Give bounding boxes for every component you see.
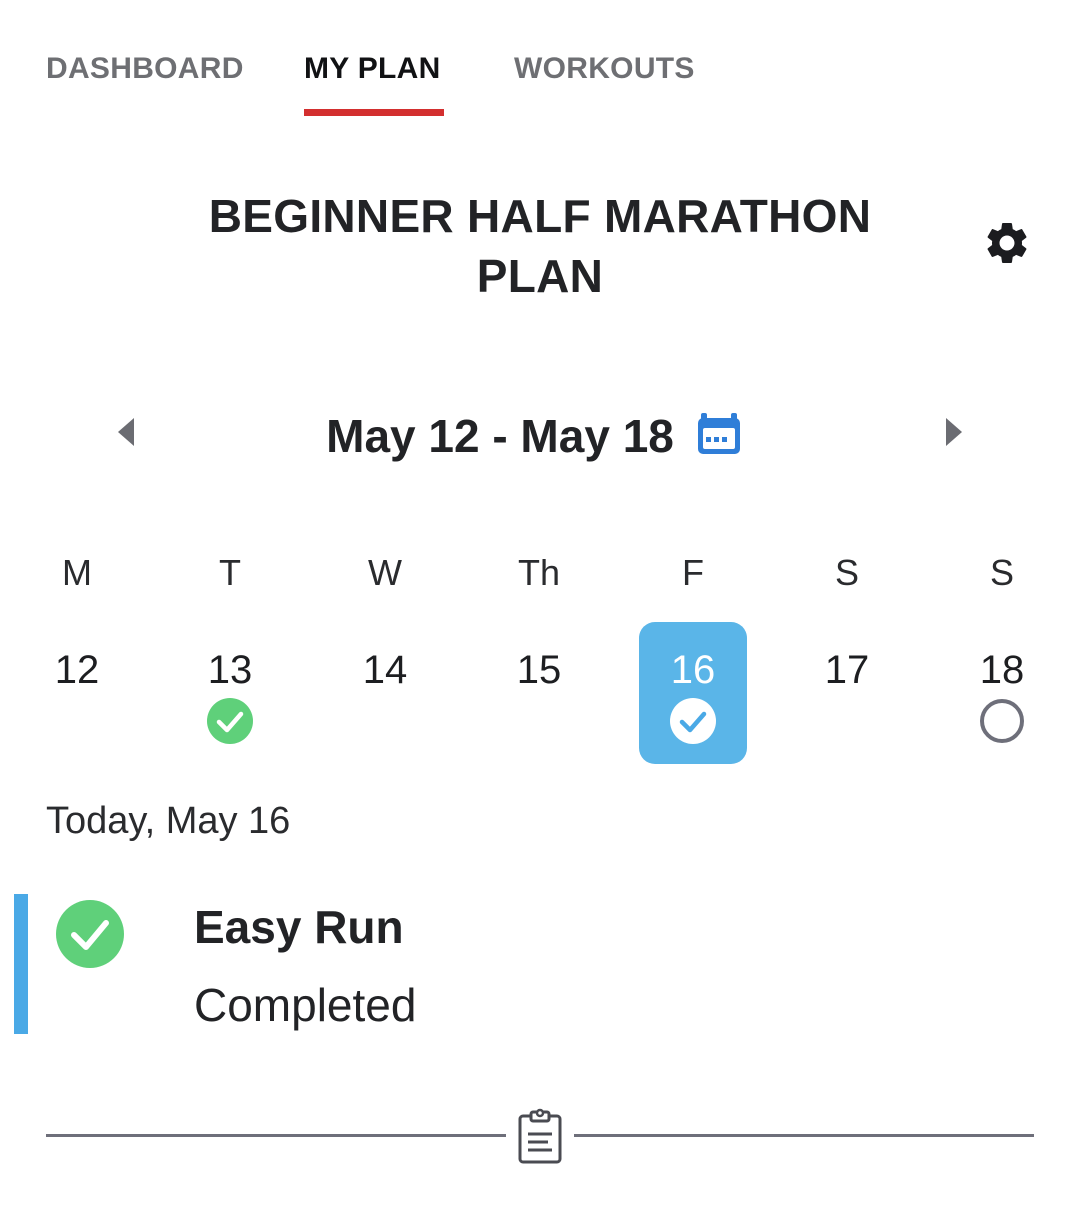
workout-card[interactable]: Easy Run Completed bbox=[14, 894, 1054, 1034]
top-tabs: DASHBOARD MY PLAN WORKOUTS bbox=[0, 0, 1080, 120]
day-number: 12 bbox=[54, 648, 100, 692]
day-label-thursday: Th bbox=[517, 552, 560, 593]
tab-workouts[interactable]: WORKOUTS bbox=[514, 52, 694, 116]
day-label-sunday: S bbox=[989, 552, 1014, 593]
active-tab-indicator bbox=[304, 109, 444, 116]
divider-right bbox=[574, 1134, 1034, 1137]
workout-name: Easy Run bbox=[194, 901, 404, 953]
day-cell-17[interactable]: 17 bbox=[793, 622, 901, 764]
workout-card-accent-bar bbox=[14, 894, 28, 1034]
day-cell-15[interactable]: 15 bbox=[485, 622, 593, 764]
chevron-right-icon[interactable] bbox=[942, 414, 966, 450]
day-label-monday: M bbox=[62, 552, 92, 593]
today-label: Today, May 16 bbox=[46, 800, 291, 842]
day-number: 17 bbox=[824, 648, 870, 692]
day-number: 14 bbox=[362, 648, 408, 692]
calendar-icon[interactable] bbox=[696, 410, 742, 456]
day-label-wednesday: W bbox=[368, 552, 402, 593]
tab-dashboard[interactable]: DASHBOARD bbox=[46, 52, 243, 116]
day-cell-12[interactable]: 12 bbox=[23, 622, 131, 764]
week-range-label: May 12 - May 18 bbox=[326, 410, 674, 462]
day-cell-13[interactable]: 13 bbox=[176, 622, 284, 764]
clipboard-icon[interactable] bbox=[516, 1108, 564, 1166]
divider-left bbox=[46, 1134, 506, 1137]
plan-title: BEGINNER HALF MARATHON PLAN bbox=[208, 190, 872, 302]
check-circle-icon bbox=[56, 900, 124, 968]
day-cell-16-selected[interactable]: 16 bbox=[639, 622, 747, 764]
check-circle-icon bbox=[207, 698, 253, 744]
day-cell-14[interactable]: 14 bbox=[331, 622, 439, 764]
day-label-friday: F bbox=[682, 552, 704, 593]
chevron-left-icon[interactable] bbox=[114, 414, 138, 450]
gear-icon[interactable] bbox=[982, 218, 1032, 268]
day-label-saturday: S bbox=[834, 552, 859, 593]
workout-status: Completed bbox=[194, 979, 417, 1031]
day-label-tuesday: T bbox=[219, 552, 241, 593]
day-cell-18[interactable]: 18 bbox=[948, 622, 1056, 764]
check-circle-icon bbox=[670, 698, 716, 744]
day-number: 16 bbox=[670, 648, 716, 692]
day-number: 15 bbox=[516, 648, 562, 692]
day-number: 13 bbox=[207, 648, 253, 692]
empty-circle-icon bbox=[980, 699, 1024, 743]
tab-my-plan-label: MY PLAN bbox=[304, 52, 441, 85]
tab-my-plan[interactable]: MY PLAN bbox=[304, 52, 444, 116]
day-number: 18 bbox=[979, 648, 1025, 692]
